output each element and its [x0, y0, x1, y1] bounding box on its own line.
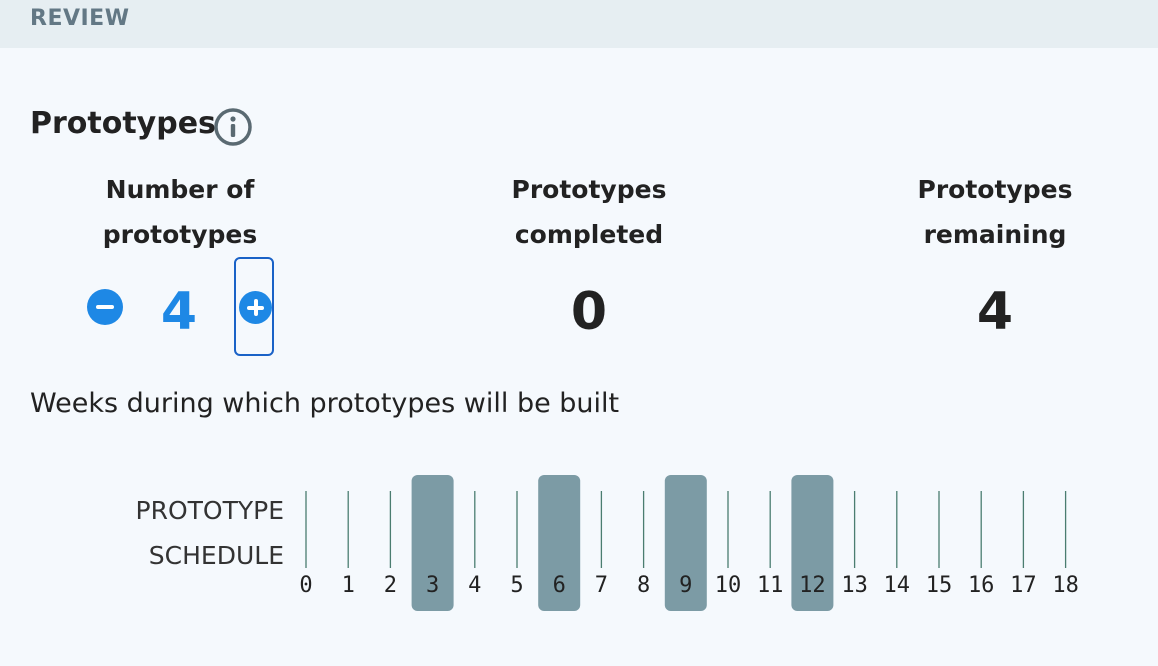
week-label-16: 16: [968, 573, 995, 598]
week-label-14: 14: [884, 573, 911, 598]
week-label-10: 10: [715, 573, 742, 598]
week-label-9: 9: [679, 573, 692, 598]
week-label-0: 0: [299, 573, 312, 598]
week-label-3: 3: [426, 573, 439, 598]
week-label-17: 17: [1010, 573, 1037, 598]
week-label-6: 6: [553, 573, 566, 598]
week-label-1: 1: [342, 573, 355, 598]
week-label-11: 11: [757, 573, 784, 598]
week-label-5: 5: [510, 573, 523, 598]
week-label-12: 12: [799, 573, 826, 598]
week-label-13: 13: [841, 573, 868, 598]
week-label-2: 2: [384, 573, 397, 598]
week-label-8: 8: [637, 573, 650, 598]
week-label-7: 7: [595, 573, 608, 598]
prototype-schedule-timeline: 0 1 2 3 4 5 6 7 8 9 10 11 12 13 14 15 16 17 18: [299, 475, 1079, 611]
week-label-4: 4: [468, 573, 481, 598]
week-label-15: 15: [926, 573, 953, 598]
week-label-18: 18: [1052, 573, 1079, 598]
